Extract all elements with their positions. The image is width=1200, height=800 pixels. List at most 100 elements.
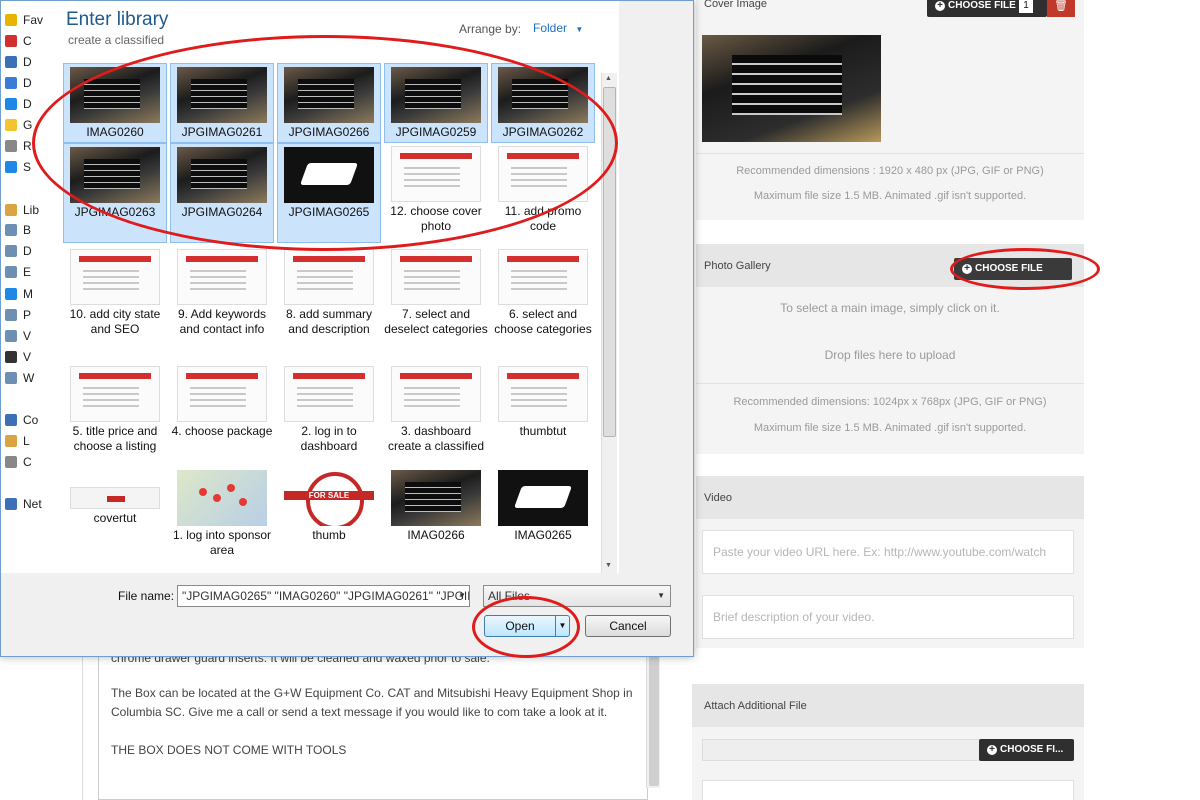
- nav-item[interactable]: C: [5, 34, 32, 52]
- cover-delete-button[interactable]: 🗑: [1047, 0, 1075, 17]
- nav-item[interactable]: W: [5, 371, 34, 389]
- video-description-input[interactable]: Brief description of your video.: [702, 595, 1074, 639]
- attach-description-input[interactable]: [702, 780, 1074, 800]
- video-url-input[interactable]: Paste your video URL here. Ex: http://ww…: [702, 530, 1074, 574]
- file-tile[interactable]: 11. add promo code: [491, 143, 595, 237]
- nav-item[interactable]: D: [5, 55, 32, 73]
- nav-item[interactable]: M: [5, 287, 33, 305]
- file-tile[interactable]: 10. add city state and SEO: [63, 246, 167, 340]
- scrollbar-thumb[interactable]: [603, 87, 616, 437]
- file-list-scrollbar[interactable]: ▲ ▼: [601, 73, 617, 573]
- file-tile[interactable]: JPGIMAG0261: [170, 63, 274, 143]
- nav-item[interactable]: S: [5, 160, 31, 178]
- file-tile-label: 10. add city state and SEO: [69, 307, 161, 336]
- file-tile[interactable]: 6. select and choose categories: [491, 246, 595, 340]
- file-tile[interactable]: thumbtut: [491, 363, 595, 442]
- nav-item[interactable]: P: [5, 308, 31, 326]
- file-name-label: File name:: [118, 589, 175, 603]
- file-tile[interactable]: 1. log into sponsor area: [170, 467, 274, 561]
- file-tile-label: JPGIMAG0265: [288, 205, 370, 219]
- nav-item[interactable]: Fav: [5, 13, 43, 31]
- file-tile-label: IMAG0265: [514, 528, 572, 542]
- cover-image-title: Cover Image: [704, 0, 767, 10]
- arrange-by-label: Arrange by:: [459, 22, 522, 36]
- file-tile[interactable]: IMAG0265: [491, 467, 595, 546]
- nav-item[interactable]: B: [5, 223, 31, 241]
- file-tile-label: 2. log in to dashboard: [300, 424, 358, 453]
- file-tile[interactable]: covertut: [63, 467, 167, 529]
- nav-item-label: E: [23, 265, 32, 279]
- cancel-button[interactable]: Cancel: [585, 615, 671, 637]
- folder-icon: [5, 245, 17, 257]
- nav-item[interactable]: R: [5, 139, 32, 157]
- file-thumbnail-image: [391, 470, 481, 526]
- scroll-down-arrow-icon[interactable]: ▼: [605, 562, 612, 569]
- open-split-arrow-icon[interactable]: ▼: [555, 616, 569, 636]
- nav-item[interactable]: L: [5, 434, 30, 452]
- file-tile[interactable]: JPGIMAG0262: [491, 63, 595, 143]
- cover-count-badge: 1: [1019, 0, 1033, 13]
- nav-item[interactable]: Net: [5, 497, 42, 515]
- nav-item-label: B: [23, 223, 32, 237]
- file-tile[interactable]: 12. choose cover photo: [384, 143, 488, 237]
- file-tile[interactable]: 2. log in to dashboard: [277, 363, 381, 457]
- file-tile[interactable]: 5. title price and choose a listing: [63, 363, 167, 457]
- page-left-gutter: [82, 657, 83, 800]
- nav-item-label: C: [23, 455, 32, 469]
- description-textarea[interactable]: chrome drawer guard inserts. It will be …: [98, 640, 648, 800]
- file-tile[interactable]: JPGIMAG0265: [277, 143, 381, 243]
- arrange-by-dropdown[interactable]: Folder ▼: [533, 21, 583, 35]
- file-type-select[interactable]: All Files ▼: [483, 585, 671, 607]
- nav-item-label: R: [23, 139, 32, 153]
- nav-item[interactable]: V: [5, 350, 31, 368]
- attach-file-input[interactable]: [702, 739, 980, 761]
- file-tile[interactable]: JPGIMAG0259: [384, 63, 488, 143]
- file-tile[interactable]: 9. Add keywords and contact info: [170, 246, 274, 340]
- file-thumbnail-image: FOR SALE: [284, 470, 374, 526]
- file-tile[interactable]: IMAG0260: [63, 63, 167, 143]
- nav-item-label: D: [23, 55, 32, 69]
- file-tile[interactable]: 4. choose package: [170, 363, 274, 442]
- file-tile[interactable]: JPGIMAG0263: [63, 143, 167, 243]
- nav-item[interactable]: C: [5, 455, 32, 473]
- file-tile-label: 3. dashboard create a classified: [387, 424, 485, 453]
- folder-icon: [5, 77, 17, 89]
- file-tile-label: JPGIMAG0259: [395, 125, 477, 139]
- library-title: Enter library: [66, 9, 169, 30]
- nav-item-label: W: [23, 371, 35, 385]
- file-tile[interactable]: 7. select and deselect categories: [384, 246, 488, 340]
- file-thumbnail-image: [177, 147, 267, 203]
- file-tile[interactable]: 3. dashboard create a classified: [384, 363, 488, 457]
- nav-item[interactable]: D: [5, 76, 32, 94]
- gallery-choose-file-button[interactable]: + CHOOSE FILE: [954, 258, 1072, 280]
- nav-item[interactable]: E: [5, 265, 31, 283]
- file-tile[interactable]: JPGIMAG0266: [277, 63, 381, 143]
- nav-item[interactable]: Co: [5, 413, 38, 431]
- nav-item[interactable]: Lib: [5, 203, 39, 221]
- library-subtitle: create a classified: [68, 33, 165, 47]
- nav-item-label: D: [23, 97, 32, 111]
- file-name-input[interactable]: "JPGIMAG0265" "IMAG0260" "JPGIMAG0261" "…: [177, 585, 470, 607]
- attach-choose-file-button[interactable]: + CHOOSE FI...: [979, 739, 1074, 761]
- file-tile-label: 9. Add keywords and contact info: [177, 307, 267, 336]
- scroll-up-arrow-icon[interactable]: ▲: [605, 75, 612, 82]
- file-tile[interactable]: IMAG0266: [384, 467, 488, 546]
- nav-item[interactable]: D: [5, 244, 32, 262]
- file-tile-label: 6. select and choose categories: [494, 307, 592, 336]
- file-tile[interactable]: JPGIMAG0264: [170, 143, 274, 243]
- nav-item-label: M: [23, 287, 33, 301]
- file-tile[interactable]: 8. add summary and description: [277, 246, 381, 340]
- nav-item[interactable]: G: [5, 118, 32, 136]
- file-name-dropdown-icon[interactable]: ▼: [458, 586, 466, 606]
- file-tile-label: 5. title price and choose a listing: [72, 424, 158, 453]
- nav-item[interactable]: D: [5, 97, 32, 115]
- gallery-drop-zone[interactable]: To select a main image, simply click on …: [696, 287, 1084, 383]
- file-tile-label: thumb: [312, 528, 346, 542]
- folder-icon: [5, 456, 17, 468]
- description-scrollbar[interactable]: [646, 656, 660, 788]
- nav-item[interactable]: V: [5, 329, 31, 347]
- file-tile[interactable]: FOR SALE thumb: [277, 467, 381, 546]
- open-button[interactable]: Open ▼: [484, 615, 570, 637]
- file-thumbnail-image: [284, 249, 374, 305]
- file-thumbnail-image: [70, 67, 160, 123]
